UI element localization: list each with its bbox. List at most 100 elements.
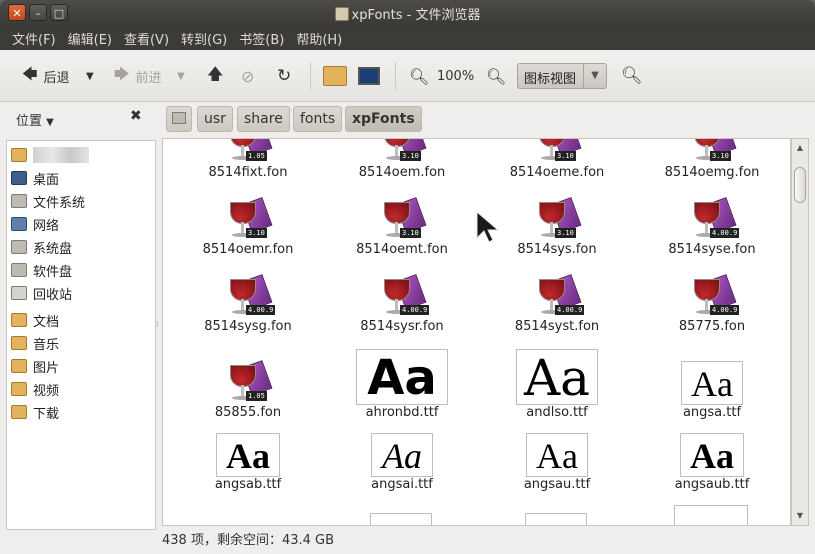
back-button[interactable]: 🡄 后退	[22, 65, 70, 87]
sidebar-item-2[interactable]: 文件系统	[11, 191, 85, 211]
sidebar-item-6[interactable]: 回收站	[11, 283, 72, 303]
wine-font-icon: 3.10	[533, 139, 582, 165]
sidebar-resize-handle[interactable]: ⁞	[156, 320, 160, 329]
file-item[interactable]: 4.00.9 85775.fon	[637, 274, 787, 334]
menu-go[interactable]: 转到(G)	[175, 29, 233, 48]
file-item[interactable]: 1.05 85855.fon	[173, 360, 323, 420]
file-item[interactable]: Aa angsaub.ttf	[637, 433, 787, 492]
forward-label: 前进	[135, 70, 162, 86]
file-item[interactable]: Aa angsau.ttf	[482, 433, 632, 492]
status-bar: 438 项，剩余空间：43.4 GB	[162, 533, 335, 548]
home-button[interactable]	[323, 65, 347, 87]
stop-icon: ⊘	[241, 66, 255, 86]
scroll-up-arrow[interactable]: ▲	[792, 141, 808, 155]
sidebar-item-0[interactable]	[11, 145, 89, 165]
vertical-scrollbar[interactable]: ▲ ▼	[791, 138, 809, 526]
path-segment-fonts[interactable]: fonts	[293, 106, 343, 132]
file-item[interactable]: 4.00.9 8514sysg.fon	[173, 274, 323, 334]
file-item[interactable]: 4.00.9 8514syse.fon	[637, 197, 787, 257]
font-version-badge: 4.00.9	[710, 305, 740, 315]
drive-icon	[11, 263, 27, 277]
wine-font-icon: 4.00.9	[533, 274, 585, 319]
path-segment-share[interactable]: share	[237, 106, 290, 132]
stop-button[interactable]: ⊘	[241, 65, 254, 87]
menu-view[interactable]: 查看(V)	[118, 29, 175, 48]
sidebar-item-1[interactable]: 桌面	[11, 168, 59, 188]
forward-history-dropdown[interactable]: ▼	[177, 65, 185, 87]
font-version-badge: 3.10	[246, 228, 267, 238]
sidebar-item-5[interactable]: 软件盘	[11, 260, 72, 280]
file-name: angsaub.ttf	[674, 477, 750, 492]
back-history-dropdown[interactable]: ▼	[86, 65, 94, 87]
file-name: 8514syse.fon	[668, 242, 756, 257]
file-item[interactable]: Aa angsai.ttf	[327, 433, 477, 492]
sidebar-item-8[interactable]: 音乐	[11, 333, 59, 353]
file-name: 8514oemt.fon	[356, 242, 448, 257]
zoom-in-button[interactable]: 🔍︎	[486, 65, 506, 87]
sidebar-item-4[interactable]: 系统盘	[11, 237, 72, 257]
close-sidebar-button[interactable]: ✖	[130, 108, 142, 124]
font-version-badge: 3.10	[555, 151, 576, 161]
menu-help[interactable]: 帮助(H)	[290, 29, 348, 48]
file-item[interactable]: 1.05 8514fixt.fon	[173, 139, 323, 180]
reload-button[interactable]: ↻	[277, 65, 291, 87]
sidebar-item-11[interactable]: 下载	[11, 402, 59, 422]
file-item[interactable]: Aa andlso.ttf	[482, 349, 632, 420]
file-item[interactable]: 3.10 8514oeme.fon	[482, 139, 632, 180]
toolbar: 🡄 后退 ▼ 🡆 前进 ▼ 🡅 ⊘ ↻ 🔍︎ 100% 🔍︎ 图标视图 ▼ 🔍︎	[0, 50, 815, 102]
up-button[interactable]: 🡅	[207, 63, 224, 87]
menu-bookmarks[interactable]: 书签(B)	[233, 29, 290, 48]
folder-icon	[11, 405, 27, 419]
wine-font-icon: 3.10	[688, 139, 737, 165]
wine-font-icon: 1.05	[224, 139, 273, 165]
file-name: angsai.ttf	[371, 477, 433, 492]
menu-file[interactable]: 文件(F)	[6, 29, 62, 48]
font-version-badge: 3.10	[400, 228, 421, 238]
file-item[interactable]: 3.10 8514oemr.fon	[173, 197, 323, 257]
file-name: 8514oemr.fon	[202, 242, 294, 257]
font-version-badge: 4.00.9	[400, 305, 430, 315]
window-title-text: xpFonts - 文件浏览器	[351, 8, 481, 23]
zoom-out-button[interactable]: 🔍︎	[409, 65, 429, 87]
file-item[interactable]: Aa ahronbd.ttf	[327, 349, 477, 420]
file-item[interactable]: 4.00.9 8514sysr.fon	[327, 274, 477, 334]
file-item[interactable]: 3.10 8514oemt.fon	[327, 197, 477, 257]
sidebar-item-9[interactable]: 图片	[11, 356, 59, 376]
wine-font-icon: 3.10	[224, 197, 273, 242]
sidebar-item-label: 下载	[33, 406, 60, 422]
computer-button[interactable]	[358, 65, 380, 87]
file-name: 85855.fon	[214, 405, 282, 420]
scroll-down-arrow[interactable]: ▼	[792, 509, 808, 523]
arrow-up-icon: 🡅	[207, 63, 224, 83]
font-preview-icon: Aa	[526, 433, 588, 477]
sidebar-item-label: 视频	[33, 383, 60, 399]
menu-edit[interactable]: 编辑(E)	[62, 29, 118, 48]
zoom-level[interactable]: 100%	[437, 65, 474, 87]
font-version-badge: 3.10	[555, 228, 576, 238]
sidebar-header[interactable]: 位置 ▼	[16, 110, 54, 129]
file-item[interactable]: 3.10 8514oemg.fon	[637, 139, 787, 180]
wine-font-icon: 4.00.9	[688, 197, 740, 242]
sidebar-item-3[interactable]: 网络	[11, 214, 59, 234]
file-name: angsab.ttf	[214, 477, 282, 492]
scrollbar-thumb[interactable]	[794, 167, 806, 203]
search-button[interactable]: 🔍︎	[621, 65, 643, 87]
file-name: angsau.ttf	[523, 477, 591, 492]
sidebar-item-10[interactable]: 视频	[11, 379, 59, 399]
path-segment-usr[interactable]: usr	[197, 106, 233, 132]
file-item[interactable]: 3.10 8514sys.fon	[482, 197, 632, 257]
sidebar-item-7[interactable]: 文档	[11, 310, 59, 330]
file-item[interactable]: 4.00.9 8514syst.fon	[482, 274, 632, 334]
view-mode-select[interactable]: 图标视图 ▼	[517, 63, 607, 89]
file-item[interactable]: Aa angsab.ttf	[173, 433, 323, 492]
wine-font-icon: 4.00.9	[378, 274, 430, 319]
computer-icon	[358, 67, 380, 85]
home-icon	[323, 66, 347, 86]
wine-font-icon: 4.00.9	[224, 274, 276, 319]
file-item[interactable]: Aa angsa.ttf	[637, 361, 787, 420]
file-item[interactable]: 3.10 8514oem.fon	[327, 139, 477, 180]
path-segment-xpfonts[interactable]: xpFonts	[345, 106, 422, 132]
file-name: 8514sysr.fon	[360, 319, 444, 334]
forward-button[interactable]: 🡆 前进	[114, 65, 162, 87]
path-root-button[interactable]	[166, 106, 192, 132]
